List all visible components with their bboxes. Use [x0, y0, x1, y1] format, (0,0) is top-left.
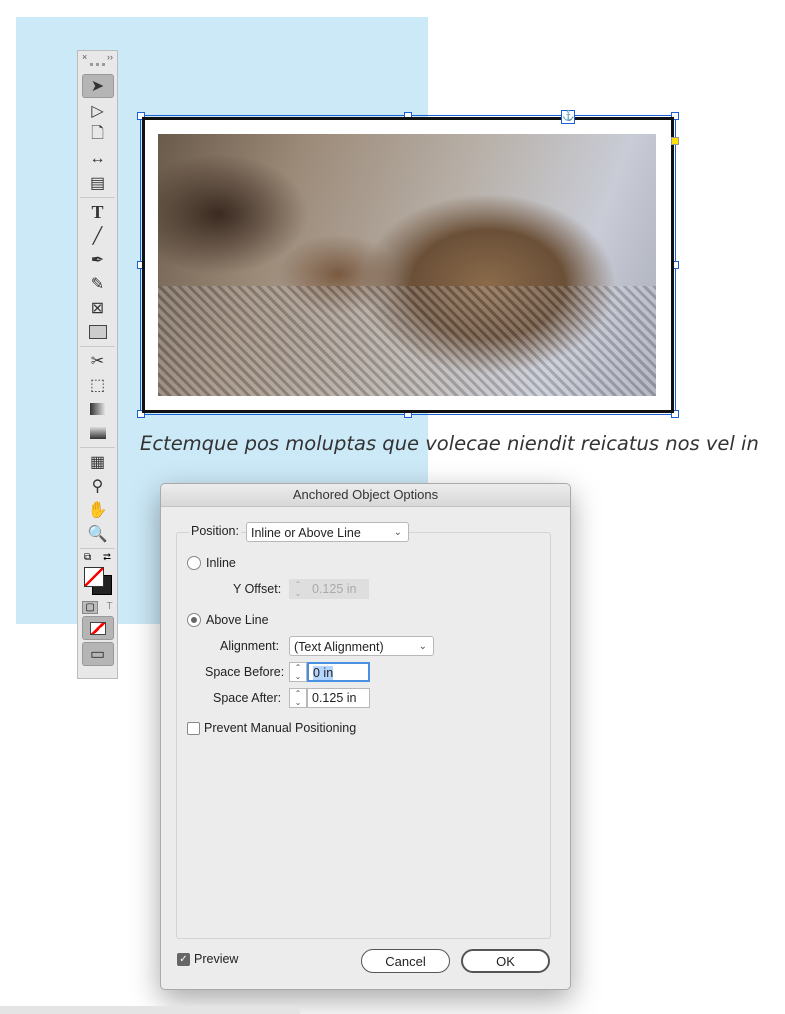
- out-port-icon[interactable]: [671, 137, 679, 145]
- free-transform-tool-icon[interactable]: ⬚: [83, 374, 113, 396]
- position-label: Position:: [189, 524, 241, 538]
- prevent-manual-positioning-checkbox[interactable]: [187, 722, 200, 735]
- preview-label: Preview: [194, 952, 239, 966]
- cat-photo: [158, 134, 656, 396]
- alignment-select[interactable]: (Text Alignment) ⌄: [289, 636, 434, 656]
- fill-swatch[interactable]: [84, 567, 104, 587]
- tools-panel: × ›› ➤ ▷ 🗋 ↔ ▤ T ╱ ✒ ✎ ⊠ ✂ ⬚ ▦ ⚲ ✋ 🔍 ⧉ ⮂ ▢…: [77, 50, 118, 679]
- eyedropper-tool-icon[interactable]: ⚲: [83, 475, 113, 497]
- rectangle-tool-icon[interactable]: [83, 321, 113, 343]
- chevron-down-icon: ⌄: [418, 641, 427, 652]
- direct-selection-tool-icon[interactable]: ▷: [83, 100, 113, 122]
- screen-mode-icon[interactable]: ▭: [81, 642, 114, 666]
- chevron-down-icon: ⌄: [393, 527, 402, 538]
- y-offset-field[interactable]: 0.125 in: [307, 579, 369, 599]
- prevent-manual-positioning-label: Prevent Manual Positioning: [204, 721, 357, 735]
- container-format-icon[interactable]: ▢: [82, 601, 98, 614]
- page-tool-icon[interactable]: 🗋: [83, 124, 113, 146]
- space-after-label: Space After:: [213, 691, 282, 705]
- rectangle-frame-tool-icon[interactable]: ⊠: [83, 297, 113, 319]
- cancel-button[interactable]: Cancel: [361, 949, 450, 973]
- y-offset-stepper[interactable]: ⌃ ⌄: [289, 579, 307, 599]
- close-icon[interactable]: ×: [82, 51, 87, 63]
- scissors-tool-icon[interactable]: ✂: [83, 350, 113, 372]
- caption-text[interactable]: Ectemque pos moluptas que volecae niendi…: [140, 432, 759, 455]
- swap-colors-row: ⧉ ⮂: [78, 552, 117, 563]
- space-before-stepper[interactable]: ⌃ ⌄: [289, 662, 307, 682]
- y-offset-label: Y Offset:: [233, 582, 282, 596]
- drag-grip[interactable]: [90, 63, 105, 72]
- pencil-tool-icon[interactable]: ✎: [83, 273, 113, 295]
- space-after-field[interactable]: 0.125 in: [307, 688, 370, 708]
- anchored-object-options-dialog: Anchored Object Options Position: Inline…: [160, 483, 571, 990]
- above-line-radio[interactable]: [187, 613, 201, 627]
- space-after-stepper[interactable]: ⌃ ⌄: [289, 688, 307, 708]
- inline-radio[interactable]: [187, 556, 201, 570]
- fill-stroke-swatches[interactable]: [82, 565, 113, 599]
- apply-none-icon[interactable]: [81, 616, 114, 640]
- default-colors-icon[interactable]: ⧉: [84, 552, 91, 563]
- hand-tool-icon[interactable]: ✋: [83, 499, 113, 521]
- collapse-icon[interactable]: ››: [107, 51, 113, 63]
- gradient-swatch-tool-icon[interactable]: [83, 398, 113, 420]
- selection-tool-icon[interactable]: ➤: [81, 74, 114, 98]
- anchor-icon[interactable]: ⚓: [561, 110, 575, 124]
- preview-checkbox[interactable]: ✓: [177, 953, 190, 966]
- zoom-tool-icon[interactable]: 🔍: [83, 523, 113, 545]
- text-format-icon[interactable]: T: [107, 601, 113, 614]
- above-line-label: Above Line: [206, 613, 269, 627]
- ok-button[interactable]: OK: [461, 949, 550, 973]
- alignment-label: Alignment:: [220, 639, 280, 653]
- line-tool-icon[interactable]: ╱: [83, 225, 113, 247]
- position-value: Inline or Above Line: [251, 526, 361, 540]
- gap-tool-icon[interactable]: ↔: [83, 148, 113, 170]
- space-before-field[interactable]: 0 in: [307, 662, 370, 682]
- gradient-feather-tool-icon[interactable]: [83, 422, 113, 444]
- position-select[interactable]: Inline or Above Line ⌄: [246, 522, 409, 542]
- space-before-value: 0 in: [313, 666, 334, 680]
- space-before-label: Space Before:: [205, 665, 285, 679]
- note-tool-icon[interactable]: ▦: [83, 451, 113, 473]
- type-tool-icon[interactable]: T: [83, 201, 113, 223]
- dialog-title: Anchored Object Options: [161, 484, 570, 507]
- status-bar: [0, 1006, 300, 1014]
- formatting-row: ▢ T: [78, 601, 117, 614]
- pen-tool-icon[interactable]: ✒: [83, 249, 113, 271]
- alignment-value: (Text Alignment): [294, 640, 384, 654]
- inline-label: Inline: [206, 556, 236, 570]
- content-collector-icon[interactable]: ▤: [83, 172, 113, 194]
- swap-icon[interactable]: ⮂: [103, 552, 111, 563]
